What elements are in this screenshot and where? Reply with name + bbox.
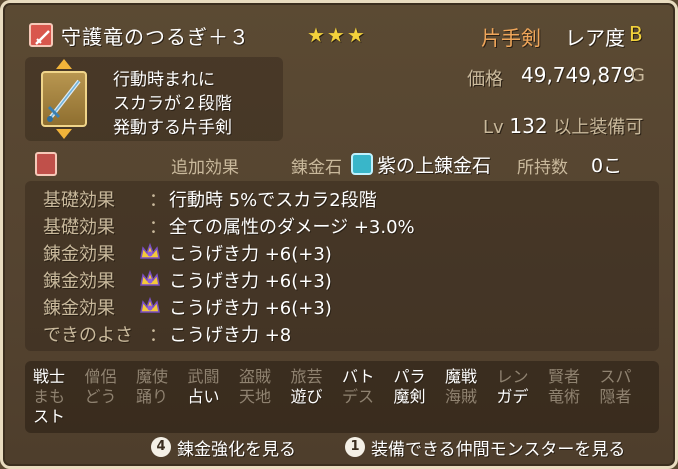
job-25: スト [33, 407, 66, 426]
job-2: 僧侶 [84, 367, 117, 386]
price-unit: G [631, 65, 645, 86]
job-24: 隠者 [599, 387, 632, 406]
job-5: 盗賊 [239, 367, 272, 386]
effect-category: 基礎効果 [43, 190, 115, 211]
job-12: スパ [599, 367, 632, 386]
effect-text: 全ての属性のダメージ +3.0% [169, 217, 415, 238]
extra-effect-label: 追加効果 [171, 158, 239, 178]
item-detail-window: 守護竜のつるぎ＋３ ★★★ 片手剣 レア度 B 行動時まれに スカラが２段階 発… [0, 0, 678, 469]
effect-colon: ： [149, 325, 167, 346]
effect-category: 基礎効果 [43, 217, 115, 238]
crown-icon [139, 269, 161, 289]
job-13: まも [33, 387, 66, 406]
star-rating: ★★★ [307, 23, 367, 47]
level-requirement: Lv 132 以上装備可 [483, 113, 643, 139]
footer-bar: 4 錬金強化を見る 1 装備できる仲間モンスターを見る [3, 433, 678, 463]
job-16: 占い [187, 387, 220, 406]
effect-text: こうげき力 +6(+3) [169, 244, 332, 265]
rarity-value: B [629, 22, 643, 46]
job-18: 遊び [290, 387, 323, 406]
description-line-2: スカラが２段階 [113, 94, 232, 114]
effect-row: 錬金効果 こうげき力 +6(+3) [43, 267, 643, 295]
job-3: 魔使 [136, 367, 169, 386]
up-arrow-icon[interactable] [56, 59, 72, 69]
job-14: どう [84, 387, 117, 406]
job-17: 天地 [239, 387, 272, 406]
job-8: パラ [393, 367, 426, 386]
description-line-1: 行動時まれに [113, 70, 215, 90]
effect-text: こうげき力 +6(+3) [169, 298, 332, 319]
job-23: 竜術 [548, 387, 581, 406]
job-21: 海賊 [445, 387, 478, 406]
job-9: 魔戦 [445, 367, 478, 386]
effect-row: 基礎効果 ： 行動時 5%でスカラ2段階 [43, 186, 643, 214]
owned-count-label: 所持数 [517, 158, 568, 178]
level-prefix: Lv [483, 117, 504, 138]
owned-count-value: 0こ [591, 155, 623, 177]
view-monsters-button[interactable]: 装備できる仲間モンスターを見る [371, 435, 625, 460]
effect-category: 錬金効果 [43, 271, 115, 292]
effect-text: こうげき力 +6(+3) [169, 271, 332, 292]
item-header: 守護竜のつるぎ＋３ ★★★ 片手剣 レア度 B [25, 19, 665, 50]
weapon-type: 片手剣 [481, 26, 541, 50]
effect-category: 錬金効果 [43, 298, 115, 319]
effect-row: 錬金効果 こうげき力 +6(+3) [43, 240, 643, 268]
job-10: レン [496, 367, 529, 386]
item-name: 守護竜のつるぎ＋３ [61, 25, 250, 49]
job-11: 賢者 [548, 367, 581, 386]
effect-row: できのよさ ： こうげき力 +8 [43, 321, 643, 349]
effect-colon: ： [149, 190, 167, 211]
effect-row: 基礎効果 ： 全ての属性のダメージ +3.0% [43, 213, 643, 241]
down-arrow-icon[interactable] [56, 129, 72, 139]
effect-text: 行動時 5%でスカラ2段階 [169, 190, 377, 211]
level-value: 132 [509, 114, 548, 138]
description-line-3: 発動する片手剣 [113, 118, 232, 138]
job-6: 旅芸 [290, 367, 323, 386]
button-1-icon[interactable]: 1 [345, 437, 365, 457]
sword-category-icon [29, 23, 53, 47]
job-4: 武闘 [187, 367, 220, 386]
job-19: デス [342, 387, 375, 406]
view-alchemy-button[interactable]: 錬金強化を見る [177, 435, 296, 460]
job-20: 魔剣 [393, 387, 426, 406]
job-15: 踊り [136, 387, 169, 406]
rarity-label: レア度 [565, 26, 625, 50]
alchemy-stone-icon [351, 153, 373, 175]
level-suffix: 以上装備可 [553, 117, 644, 138]
job-1: 戦士 [33, 367, 66, 386]
price-value: 49,749,879 [521, 63, 636, 87]
book-icon[interactable] [35, 152, 57, 176]
effect-category: 錬金効果 [43, 244, 115, 265]
effect-colon: ： [149, 217, 167, 238]
alchemy-stone-name: 紫の上錬金石 [377, 155, 492, 177]
crown-icon [139, 296, 161, 316]
item-icon-selector[interactable] [35, 59, 93, 139]
effect-category: できのよさ [43, 325, 133, 346]
alchemy-stone-label: 錬金石 [291, 158, 342, 178]
job-7: バト [342, 367, 375, 386]
button-4-icon[interactable]: 4 [151, 437, 171, 457]
price-label: 価格 [467, 69, 503, 90]
job-22: ガデ [496, 387, 529, 406]
crown-icon [139, 242, 161, 262]
effect-text: こうげき力 +8 [169, 325, 292, 346]
effect-row: 錬金効果 こうげき力 +6(+3) [43, 294, 643, 322]
sword-item-icon [41, 71, 87, 127]
